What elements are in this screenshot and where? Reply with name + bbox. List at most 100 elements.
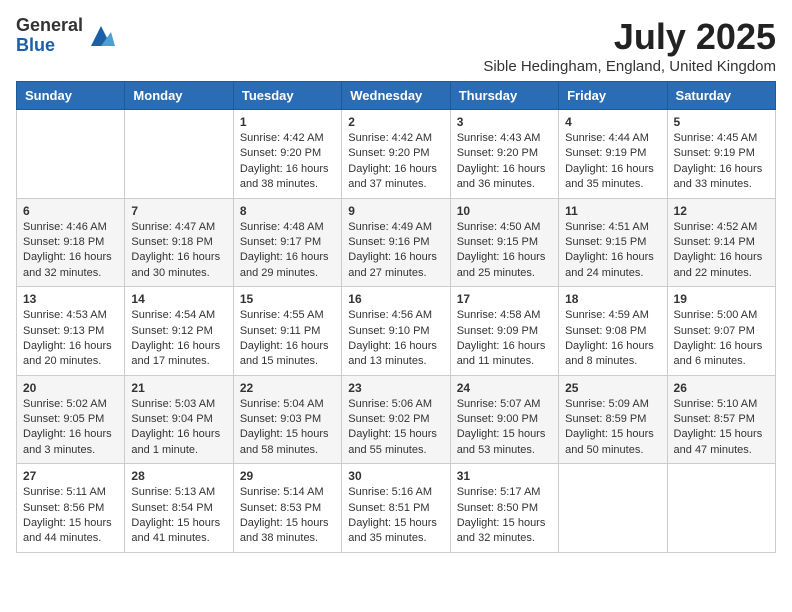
calendar-cell: 26 Sunrise: 5:10 AMSunset: 8:57 PMDayligh… [667, 375, 775, 464]
day-info: Sunrise: 5:00 AMSunset: 9:07 PMDaylight:… [674, 308, 769, 370]
day-number: 3 [457, 115, 552, 129]
day-number: 10 [457, 204, 552, 218]
col-header-thursday: Thursday [450, 82, 558, 110]
day-number: 8 [240, 204, 335, 218]
day-info: Sunrise: 4:43 AMSunset: 9:20 PMDaylight:… [457, 131, 552, 193]
calendar-cell [125, 110, 233, 199]
day-number: 29 [240, 469, 335, 483]
calendar-cell: 24Sunrise: 5:07 AMSunset: 9:00 PMDayligh… [450, 375, 558, 464]
title-section: July 2025 Sible Hedingham, England, Unit… [483, 16, 776, 75]
calendar-cell: 7 Sunrise: 4:47 AMSunset: 9:18 PMDaylight… [125, 198, 233, 287]
day-number: 30 [348, 469, 443, 483]
col-header-friday: Friday [559, 82, 667, 110]
calendar-cell [559, 464, 667, 553]
calendar-cell: 18Sunrise: 4:59 AMSunset: 9:08 PMDayligh… [559, 287, 667, 376]
day-number: 24 [457, 381, 552, 395]
calendar-cell: 12Sunrise: 4:52 AMSunset: 9:14 PMDayligh… [667, 198, 775, 287]
calendar-cell: 17Sunrise: 4:58 AMSunset: 9:09 PMDayligh… [450, 287, 558, 376]
day-number: 26 [674, 381, 769, 395]
day-info: Sunrise: 4:47 AMSunset: 9:18 PMDaylight:… [131, 220, 226, 282]
col-header-saturday: Saturday [667, 82, 775, 110]
day-number: 23 [348, 381, 443, 395]
calendar-cell: 4 Sunrise: 4:44 AMSunset: 9:19 PMDaylight… [559, 110, 667, 199]
calendar-cell [17, 110, 125, 199]
calendar-cell: 30 Sunrise: 5:16 AMSunset: 8:51 PMDayligh… [342, 464, 450, 553]
calendar-cell: 31Sunrise: 5:17 AMSunset: 8:50 PMDayligh… [450, 464, 558, 553]
day-info: Sunrise: 4:44 AMSunset: 9:19 PMDaylight:… [565, 131, 660, 193]
calendar-cell: 3 Sunrise: 4:43 AMSunset: 9:20 PMDaylight… [450, 110, 558, 199]
day-number: 22 [240, 381, 335, 395]
day-number: 18 [565, 292, 660, 306]
day-info: Sunrise: 4:42 AMSunset: 9:20 PMDaylight:… [348, 131, 443, 193]
day-info: Sunrise: 5:16 AMSunset: 8:51 PMDaylight:… [348, 485, 443, 547]
day-number: 13 [23, 292, 118, 306]
day-number: 5 [674, 115, 769, 129]
day-info: Sunrise: 5:10 AMSunset: 8:57 PMDaylight:… [674, 397, 769, 459]
calendar-week-row: 27 Sunrise: 5:11 AMSunset: 8:56 PMDayligh… [17, 464, 776, 553]
day-info: Sunrise: 4:48 AMSunset: 9:17 PMDaylight:… [240, 220, 335, 282]
calendar-cell: 13 Sunrise: 4:53 AMSunset: 9:13 PMDayligh… [17, 287, 125, 376]
day-info: Sunrise: 5:13 AMSunset: 8:54 PMDaylight:… [131, 485, 226, 547]
day-number: 11 [565, 204, 660, 218]
location-subtitle: Sible Hedingham, England, United Kingdom [483, 58, 776, 75]
day-number: 6 [23, 204, 118, 218]
day-info: Sunrise: 5:02 AMSunset: 9:05 PMDaylight:… [23, 397, 118, 459]
day-number: 21 [131, 381, 226, 395]
day-number: 4 [565, 115, 660, 129]
day-info: Sunrise: 4:50 AMSunset: 9:15 PMDaylight:… [457, 220, 552, 282]
day-info: Sunrise: 5:17 AMSunset: 8:50 PMDaylight:… [457, 485, 552, 547]
calendar-cell: 2 Sunrise: 4:42 AMSunset: 9:20 PMDaylight… [342, 110, 450, 199]
col-header-tuesday: Tuesday [233, 82, 341, 110]
day-info: Sunrise: 5:03 AMSunset: 9:04 PMDaylight:… [131, 397, 226, 459]
calendar-cell: 10 Sunrise: 4:50 AMSunset: 9:15 PMDayligh… [450, 198, 558, 287]
calendar-cell: 23Sunrise: 5:06 AMSunset: 9:02 PMDayligh… [342, 375, 450, 464]
calendar-cell: 5 Sunrise: 4:45 AMSunset: 9:19 PMDaylight… [667, 110, 775, 199]
calendar-cell: 9Sunrise: 4:49 AMSunset: 9:16 PMDaylight… [342, 198, 450, 287]
day-number: 14 [131, 292, 226, 306]
day-info: Sunrise: 4:52 AMSunset: 9:14 PMDaylight:… [674, 220, 769, 282]
day-info: Sunrise: 4:54 AMSunset: 9:12 PMDaylight:… [131, 308, 226, 370]
logo-blue-text: Blue [16, 36, 83, 56]
day-number: 27 [23, 469, 118, 483]
calendar-cell: 1 Sunrise: 4:42 AMSunset: 9:20 PMDaylight… [233, 110, 341, 199]
calendar-week-row: 13 Sunrise: 4:53 AMSunset: 9:13 PMDayligh… [17, 287, 776, 376]
day-number: 7 [131, 204, 226, 218]
day-number: 25 [565, 381, 660, 395]
calendar-cell: 16Sunrise: 4:56 AMSunset: 9:10 PMDayligh… [342, 287, 450, 376]
calendar-cell: 14 Sunrise: 4:54 AMSunset: 9:12 PMDayligh… [125, 287, 233, 376]
calendar-cell: 25Sunrise: 5:09 AMSunset: 8:59 PMDayligh… [559, 375, 667, 464]
day-number: 1 [240, 115, 335, 129]
logo: General Blue [16, 16, 115, 56]
calendar-week-row: 1 Sunrise: 4:42 AMSunset: 9:20 PMDaylight… [17, 110, 776, 199]
calendar-week-row: 20Sunrise: 5:02 AMSunset: 9:05 PMDayligh… [17, 375, 776, 464]
col-header-sunday: Sunday [17, 82, 125, 110]
calendar-cell: 19 Sunrise: 5:00 AMSunset: 9:07 PMDayligh… [667, 287, 775, 376]
calendar-cell: 28Sunrise: 5:13 AMSunset: 8:54 PMDayligh… [125, 464, 233, 553]
calendar-cell: 29 Sunrise: 5:14 AMSunset: 8:53 PMDayligh… [233, 464, 341, 553]
day-info: Sunrise: 4:46 AMSunset: 9:18 PMDaylight:… [23, 220, 118, 282]
calendar-cell: 27 Sunrise: 5:11 AMSunset: 8:56 PMDayligh… [17, 464, 125, 553]
calendar-cell: 21 Sunrise: 5:03 AMSunset: 9:04 PMDayligh… [125, 375, 233, 464]
day-info: Sunrise: 5:11 AMSunset: 8:56 PMDaylight:… [23, 485, 118, 547]
col-header-monday: Monday [125, 82, 233, 110]
calendar-cell: 11Sunrise: 4:51 AMSunset: 9:15 PMDayligh… [559, 198, 667, 287]
day-number: 2 [348, 115, 443, 129]
col-header-wednesday: Wednesday [342, 82, 450, 110]
month-title: July 2025 [483, 16, 776, 58]
calendar-header-row: SundayMondayTuesdayWednesdayThursdayFrid… [17, 82, 776, 110]
day-info: Sunrise: 4:45 AMSunset: 9:19 PMDaylight:… [674, 131, 769, 193]
day-info: Sunrise: 4:55 AMSunset: 9:11 PMDaylight:… [240, 308, 335, 370]
day-info: Sunrise: 5:04 AMSunset: 9:03 PMDaylight:… [240, 397, 335, 459]
calendar-cell: 15 Sunrise: 4:55 AMSunset: 9:11 PMDayligh… [233, 287, 341, 376]
day-info: Sunrise: 5:14 AMSunset: 8:53 PMDaylight:… [240, 485, 335, 547]
calendar-cell: 6 Sunrise: 4:46 AMSunset: 9:18 PMDaylight… [17, 198, 125, 287]
day-number: 19 [674, 292, 769, 306]
day-number: 16 [348, 292, 443, 306]
day-number: 15 [240, 292, 335, 306]
logo-icon [87, 22, 115, 50]
calendar-cell: 8 Sunrise: 4:48 AMSunset: 9:17 PMDaylight… [233, 198, 341, 287]
calendar-cell: 22 Sunrise: 5:04 AMSunset: 9:03 PMDayligh… [233, 375, 341, 464]
day-info: Sunrise: 4:53 AMSunset: 9:13 PMDaylight:… [23, 308, 118, 370]
day-info: Sunrise: 4:42 AMSunset: 9:20 PMDaylight:… [240, 131, 335, 193]
day-number: 17 [457, 292, 552, 306]
